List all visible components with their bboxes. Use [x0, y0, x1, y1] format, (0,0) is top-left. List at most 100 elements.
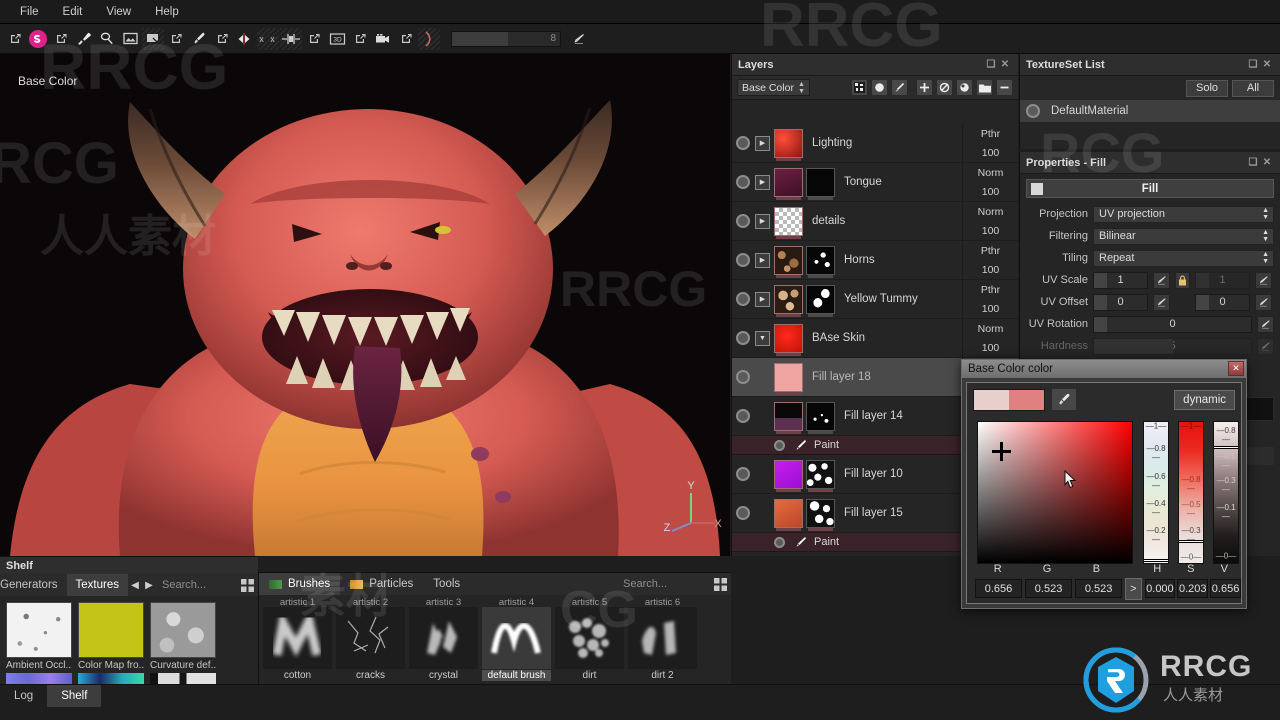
- list-item[interactable]: artistic 6 dirt 2: [628, 597, 697, 681]
- tab-particles[interactable]: Particles: [340, 573, 423, 595]
- layer-thumbnail[interactable]: [774, 324, 803, 353]
- all-button[interactable]: All: [1232, 80, 1274, 97]
- 3d-view-icon[interactable]: 3D: [326, 28, 348, 50]
- solo-button[interactable]: Solo: [1186, 80, 1228, 97]
- table-row[interactable]: ▶ Horns Pthr 100: [732, 241, 1018, 280]
- tiling-select[interactable]: Repeat ▲▼: [1093, 250, 1274, 267]
- export-icon[interactable]: [4, 28, 26, 50]
- table-row[interactable]: ▶ details Norm 100: [732, 202, 1018, 241]
- table-row[interactable]: ▶ Tongue Norm 100: [732, 163, 1018, 202]
- expand-folder-icon[interactable]: ▶: [755, 292, 770, 307]
- projection-select[interactable]: UV projection ▲▼: [1093, 206, 1274, 223]
- list-item[interactable]: Ambient Occl...: [6, 602, 72, 687]
- layer-thumbnail[interactable]: [774, 285, 803, 314]
- layer-visibility-icon[interactable]: [736, 331, 750, 345]
- uv-rotation-input[interactable]: 0: [1093, 316, 1252, 333]
- tab-brushes[interactable]: Brushes: [259, 573, 340, 595]
- image-icon[interactable]: [119, 28, 141, 50]
- export-6-icon[interactable]: [349, 28, 371, 50]
- expand-folder-icon[interactable]: ▶: [755, 214, 770, 229]
- uv-scale-x-edit-icon[interactable]: [1153, 272, 1170, 289]
- menu-edit[interactable]: Edit: [51, 3, 95, 21]
- add-mask-icon[interactable]: [936, 79, 953, 96]
- layer-mask-thumbnail[interactable]: [806, 246, 835, 275]
- menu-view[interactable]: View: [94, 3, 143, 21]
- list-item[interactable]: artistic 4 default brush: [482, 597, 551, 681]
- expand-folder-icon[interactable]: ▶: [755, 253, 770, 268]
- layer-visibility-icon[interactable]: [736, 370, 750, 384]
- close-icon[interactable]: ✕: [1228, 361, 1244, 376]
- grid-view-icon[interactable]: [709, 573, 731, 595]
- eraser-icon[interactable]: [96, 28, 118, 50]
- hardness-edit-icon[interactable]: [1257, 338, 1274, 355]
- curve-falloff-icon[interactable]: [418, 28, 440, 50]
- fill-circle-icon[interactable]: [871, 79, 888, 96]
- uv-offset-y-edit-icon[interactable]: [1255, 294, 1272, 311]
- layer-visibility-icon[interactable]: [774, 537, 785, 548]
- mask-generator-icon[interactable]: [851, 79, 868, 96]
- value-slider[interactable]: 0.8 0.5 0.3 0.1 0: [1213, 421, 1239, 564]
- color-field-cursor[interactable]: [992, 442, 1011, 461]
- list-item[interactable]: artistic 2 cracks: [336, 597, 405, 681]
- table-row[interactable]: ▶ Lighting Pthr 100: [732, 124, 1018, 163]
- g-input[interactable]: 0.523: [1025, 579, 1072, 598]
- export-4-icon[interactable]: [211, 28, 233, 50]
- list-item[interactable]: Curvature def...: [150, 602, 216, 687]
- grid-view-icon[interactable]: [236, 574, 258, 596]
- add-layer-icon[interactable]: [916, 79, 933, 96]
- uv-offset-y-input[interactable]: 0: [1195, 294, 1250, 311]
- layer-visibility-icon[interactable]: [736, 292, 750, 306]
- color-field[interactable]: [977, 421, 1133, 564]
- uv-offset-x-edit-icon[interactable]: [1153, 294, 1170, 311]
- layer-visibility-icon[interactable]: [774, 440, 785, 451]
- brush-size-slider[interactable]: 8: [451, 31, 561, 47]
- table-row[interactable]: ▼ BAse Skin Norm 100: [732, 319, 1018, 358]
- layer-blend-column[interactable]: Pthr 100: [962, 124, 1018, 162]
- close-panel-icon[interactable]: ✕: [1260, 58, 1274, 72]
- table-row[interactable]: ▶ Yellow Tummy Pthr 100: [732, 280, 1018, 319]
- symmetry-xx-icon[interactable]: x x: [257, 28, 279, 50]
- layer-visibility-icon[interactable]: [736, 506, 750, 520]
- eyedropper-icon[interactable]: [1051, 388, 1077, 411]
- layer-visibility-icon[interactable]: [736, 467, 750, 481]
- layer-mask-thumbnail[interactable]: [806, 285, 835, 314]
- add-effect-icon[interactable]: [956, 79, 973, 96]
- layer-blend-column[interactable]: Pthr 100: [962, 280, 1018, 318]
- menu-help[interactable]: Help: [143, 3, 191, 21]
- v-input[interactable]: 0.656: [1210, 579, 1241, 598]
- prev-tab-icon[interactable]: ◀: [128, 574, 142, 596]
- projection-icon[interactable]: [142, 28, 164, 50]
- uv-scale-x-input[interactable]: 1: [1093, 272, 1148, 289]
- tab-tools[interactable]: Tools: [423, 573, 470, 595]
- brush-search-input[interactable]: Search...: [617, 573, 709, 595]
- fill-section-header[interactable]: Fill: [1026, 179, 1274, 198]
- tab-textures[interactable]: Textures: [67, 574, 128, 596]
- b-input[interactable]: 0.523: [1075, 579, 1122, 598]
- paint-brush-icon[interactable]: [73, 28, 95, 50]
- export-3-icon[interactable]: [165, 28, 187, 50]
- hue-slider[interactable]: 1 0.8 0.6 0.4 0.2: [1143, 421, 1169, 564]
- layer-thumbnail[interactable]: [774, 207, 803, 236]
- layer-mask-thumbnail[interactable]: [806, 460, 835, 489]
- layer-blend-column[interactable]: Norm 100: [962, 163, 1018, 201]
- list-item[interactable]: artistic 1 cotton: [263, 597, 332, 681]
- export-2-icon[interactable]: [50, 28, 72, 50]
- uv-scale-y-input[interactable]: 1: [1195, 272, 1250, 289]
- list-item[interactable]: artistic 5 dirt: [555, 597, 624, 681]
- layer-thumbnail[interactable]: [774, 499, 803, 528]
- expand-hex-button[interactable]: >: [1125, 578, 1141, 600]
- fill-color-swatch[interactable]: [1031, 183, 1043, 195]
- eyedropper-icon[interactable]: [188, 28, 210, 50]
- s-input[interactable]: 0.203: [1177, 579, 1208, 598]
- uv-offset-x-input[interactable]: 0: [1093, 294, 1148, 311]
- tab-log[interactable]: Log: [0, 685, 47, 707]
- menu-file[interactable]: File: [8, 3, 51, 21]
- saturation-slider[interactable]: 1 0.8 0.5 0.3 0: [1178, 421, 1204, 564]
- list-item[interactable]: Color Map fro...: [78, 602, 144, 687]
- h-input[interactable]: 0.000: [1145, 579, 1176, 598]
- add-folder-icon[interactable]: [976, 79, 993, 96]
- layer-thumbnail[interactable]: [774, 129, 803, 158]
- viewport-3d[interactable]: Base Color Y X Z: [0, 54, 730, 556]
- camera-icon[interactable]: [372, 28, 394, 50]
- tab-shelf[interactable]: Shelf: [47, 685, 101, 707]
